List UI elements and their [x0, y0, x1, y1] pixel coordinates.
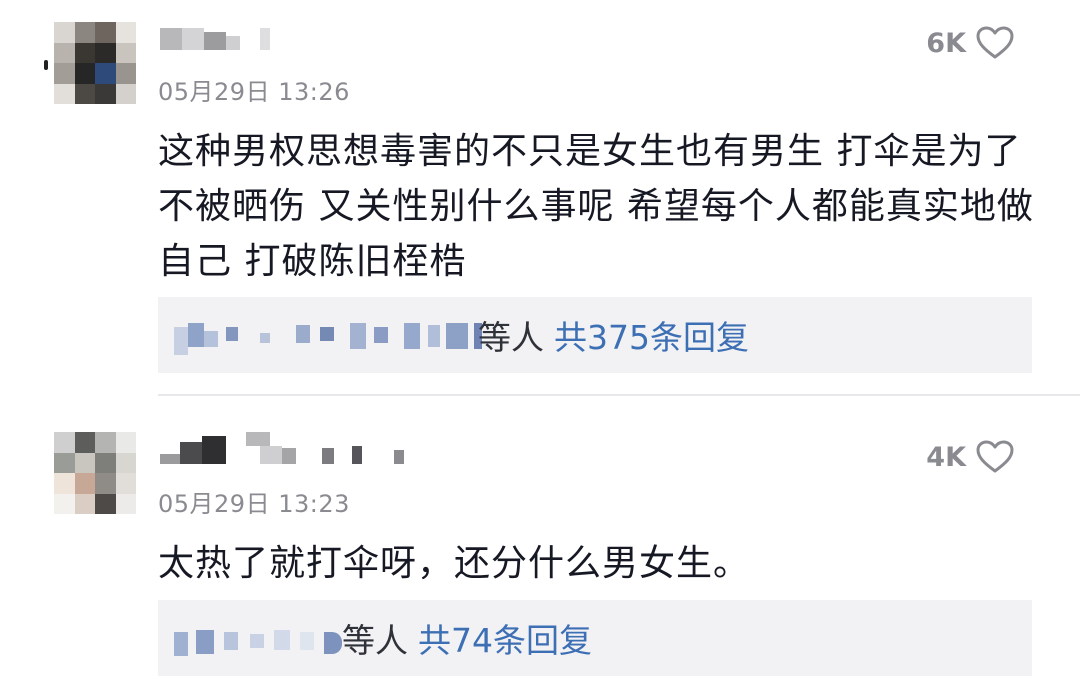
reply-usernames	[174, 317, 482, 357]
username[interactable]	[160, 432, 410, 464]
heart-icon	[976, 440, 1014, 474]
reply-etc-label: 等人	[342, 621, 408, 660]
avatar[interactable]	[54, 432, 136, 514]
like-count: 4K	[926, 441, 966, 473]
comment-text: 这种男权思想毒害的不只是女生也有男生 打伞是为了不被晒伤 又关性别什么事呢 希望…	[158, 131, 1034, 282]
comment-time: 05月29日 13:23	[158, 490, 350, 518]
reply-etc-label: 等人	[478, 318, 544, 357]
divider	[158, 394, 1080, 396]
reply-summary[interactable]: 等人 共375条回复	[158, 297, 1032, 373]
username[interactable]	[160, 24, 280, 54]
like-count: 6K	[926, 27, 966, 59]
reply-suffix-group: 等人 共375条回复	[478, 297, 749, 373]
reply-count-link[interactable]: 共74条回复	[418, 614, 592, 662]
comment-text: 太热了就打伞呀，还分什么男女生。	[158, 543, 751, 584]
like-button[interactable]: 4K	[926, 440, 1014, 474]
avatar[interactable]	[54, 22, 136, 104]
reply-suffix-group: 等人 共74条回复	[342, 600, 592, 676]
comment-item: 05月29日 13:26 6K 这种男权思想毒害的不只是女生也有男生 打伞是为了…	[0, 0, 1080, 396]
comment-item: 05月29日 13:23 4K 太热了就打伞呀，还分什么男女生。 等人 共74条…	[0, 398, 1080, 691]
reply-usernames	[174, 620, 344, 660]
like-button[interactable]: 6K	[926, 26, 1014, 60]
heart-icon	[976, 26, 1014, 60]
comment-time: 05月29日 13:26	[158, 78, 350, 106]
reply-summary[interactable]: 等人 共74条回复	[158, 600, 1032, 676]
comment-list: 05月29日 13:26 6K 这种男权思想毒害的不只是女生也有男生 打伞是为了…	[0, 0, 1080, 691]
reply-count-link[interactable]: 共375条回复	[554, 311, 749, 359]
